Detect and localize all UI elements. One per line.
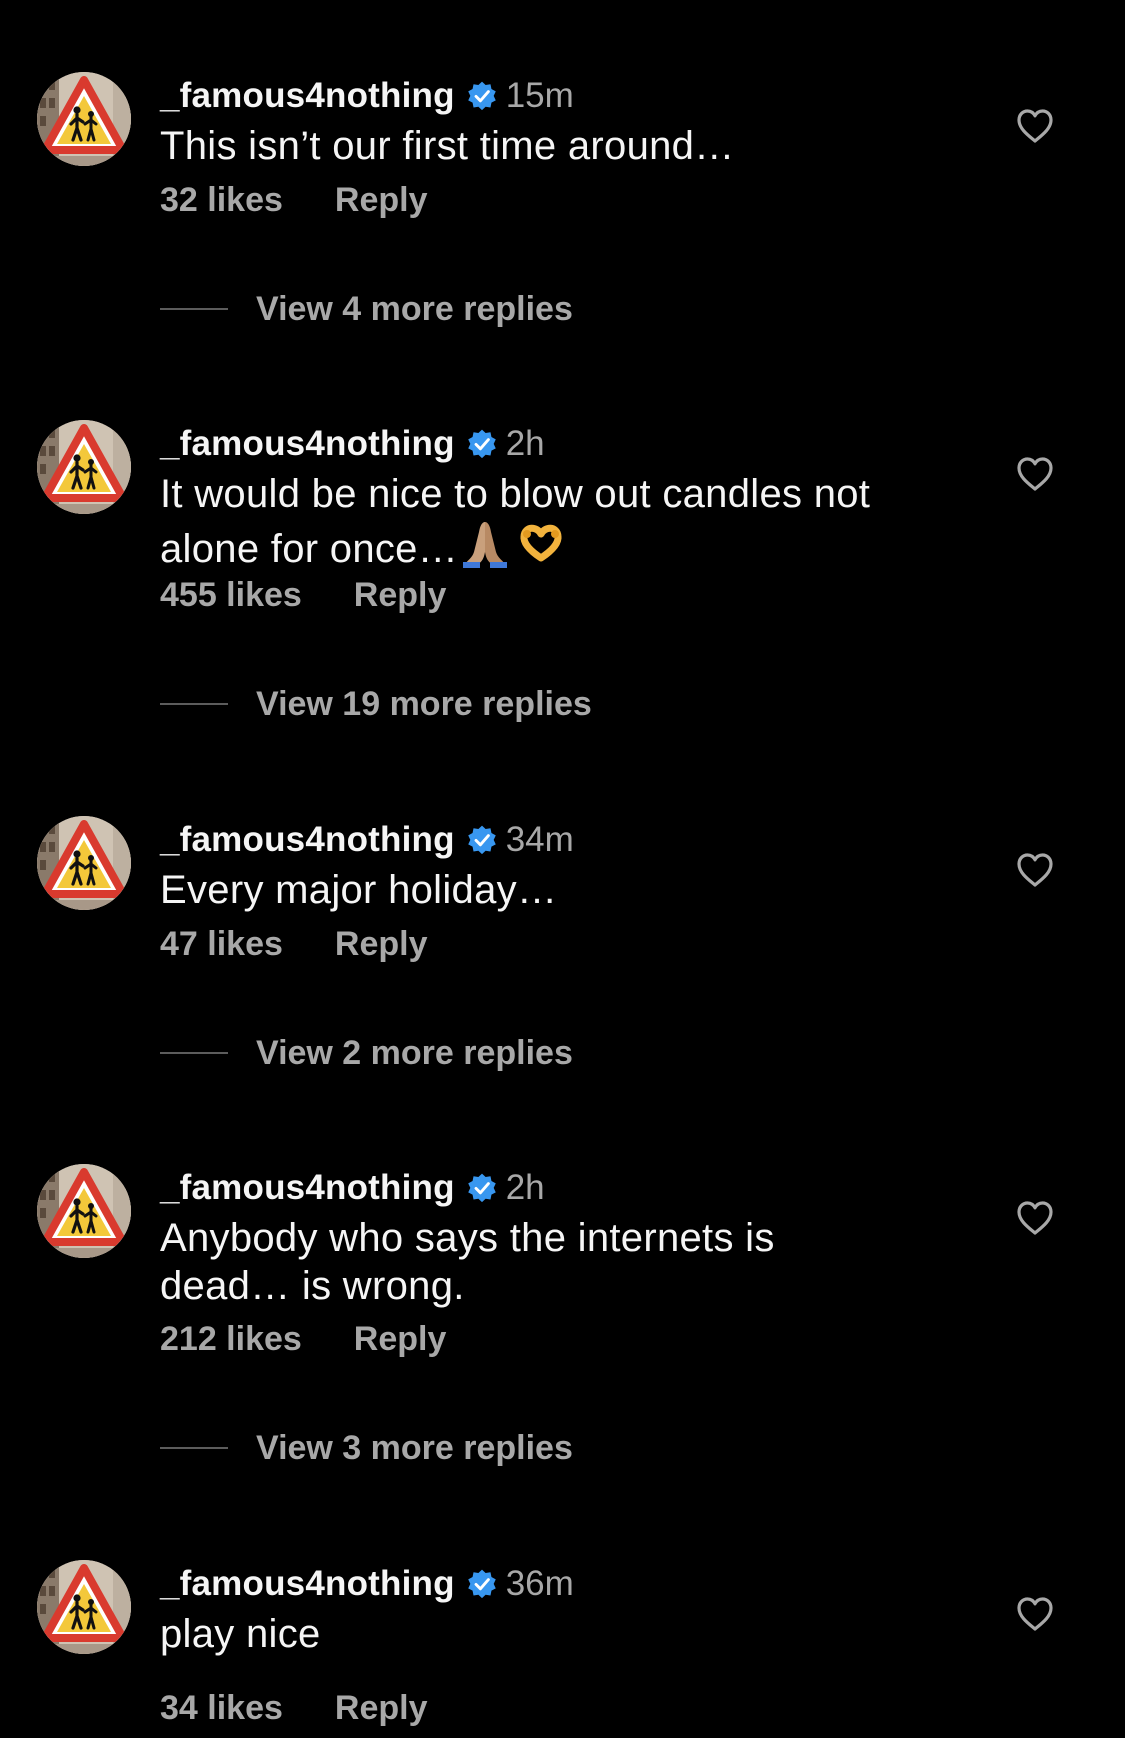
heart-outline-icon[interactable]: [1015, 107, 1055, 145]
reply-button[interactable]: Reply: [354, 576, 447, 615]
view-replies-button[interactable]: View 3 more replies: [160, 1428, 573, 1468]
heart-hands-emoji: [516, 518, 566, 568]
view-replies-button[interactable]: View 4 more replies: [160, 289, 573, 329]
timestamp: 34m: [505, 820, 574, 859]
comment-text: Every major holiday…: [160, 866, 980, 914]
replies-divider-line: [160, 1447, 228, 1449]
comment-meta: 47 likes Reply: [160, 924, 427, 964]
replies-divider-line: [160, 1052, 228, 1054]
avatar[interactable]: [37, 1164, 131, 1258]
comment-text: It would be nice to blow out candles not…: [160, 470, 980, 573]
comment-header: _famous4nothing 36m: [160, 1562, 574, 1606]
heart-outline-icon[interactable]: [1015, 455, 1055, 493]
comment-header: _famous4nothing 2h: [160, 422, 545, 466]
verified-badge-icon: [466, 1568, 498, 1600]
comment-text: Anybody who says the internets is dead… …: [160, 1214, 860, 1310]
verified-badge-icon: [466, 428, 498, 460]
comment-header: _famous4nothing 2h: [160, 1166, 545, 1210]
view-replies-label: View 4 more replies: [256, 289, 573, 328]
view-replies-button[interactable]: View 2 more replies: [160, 1033, 573, 1073]
comment-text: play nice: [160, 1610, 980, 1658]
username[interactable]: _famous4nothing: [160, 1564, 455, 1604]
username[interactable]: _famous4nothing: [160, 424, 455, 464]
comment-header: _famous4nothing 34m: [160, 818, 574, 862]
view-replies-button[interactable]: View 19 more replies: [160, 684, 592, 724]
heart-outline-icon[interactable]: [1015, 851, 1055, 889]
verified-badge-icon: [466, 80, 498, 112]
comment-text-content: play nice: [160, 1612, 321, 1656]
reply-button[interactable]: Reply: [335, 181, 428, 220]
likes-count[interactable]: 32 likes: [160, 181, 283, 220]
timestamp: 15m: [505, 76, 574, 115]
timestamp: 2h: [505, 1168, 545, 1207]
heart-outline-icon[interactable]: [1015, 1595, 1055, 1633]
avatar[interactable]: [37, 420, 131, 514]
likes-count[interactable]: 212 likes: [160, 1320, 302, 1359]
view-replies-label: View 2 more replies: [256, 1033, 573, 1072]
likes-count[interactable]: 34 likes: [160, 1689, 283, 1728]
comment-meta: 212 likes Reply: [160, 1319, 446, 1359]
replies-divider-line: [160, 703, 228, 705]
comment-meta: 32 likes Reply: [160, 180, 427, 220]
username[interactable]: _famous4nothing: [160, 820, 455, 860]
timestamp: 2h: [505, 424, 545, 463]
comment-meta: 34 likes Reply: [160, 1688, 427, 1728]
likes-count[interactable]: 47 likes: [160, 925, 283, 964]
username[interactable]: _famous4nothing: [160, 76, 455, 116]
reply-button[interactable]: Reply: [335, 925, 428, 964]
avatar[interactable]: [37, 1560, 131, 1654]
avatar[interactable]: [37, 816, 131, 910]
view-replies-label: View 19 more replies: [256, 684, 592, 723]
comment-text: This isn’t our first time around…: [160, 122, 980, 170]
reply-button[interactable]: Reply: [354, 1320, 447, 1359]
avatar[interactable]: [37, 72, 131, 166]
verified-badge-icon: [466, 1172, 498, 1204]
reply-button[interactable]: Reply: [335, 1689, 428, 1728]
verified-badge-icon: [466, 824, 498, 856]
comment-header: _famous4nothing 15m: [160, 74, 574, 118]
folded-hands-emoji: [460, 518, 510, 568]
view-replies-label: View 3 more replies: [256, 1428, 573, 1467]
comment-text-content: Every major holiday…: [160, 868, 558, 912]
likes-count[interactable]: 455 likes: [160, 576, 302, 615]
comment-meta: 455 likes Reply: [160, 575, 446, 615]
heart-outline-icon[interactable]: [1015, 1199, 1055, 1237]
comment-text-content: This isn’t our first time around…: [160, 124, 735, 168]
replies-divider-line: [160, 308, 228, 310]
username[interactable]: _famous4nothing: [160, 1168, 455, 1208]
comment-text-content: Anybody who says the internets is dead… …: [160, 1216, 775, 1308]
timestamp: 36m: [505, 1564, 574, 1603]
